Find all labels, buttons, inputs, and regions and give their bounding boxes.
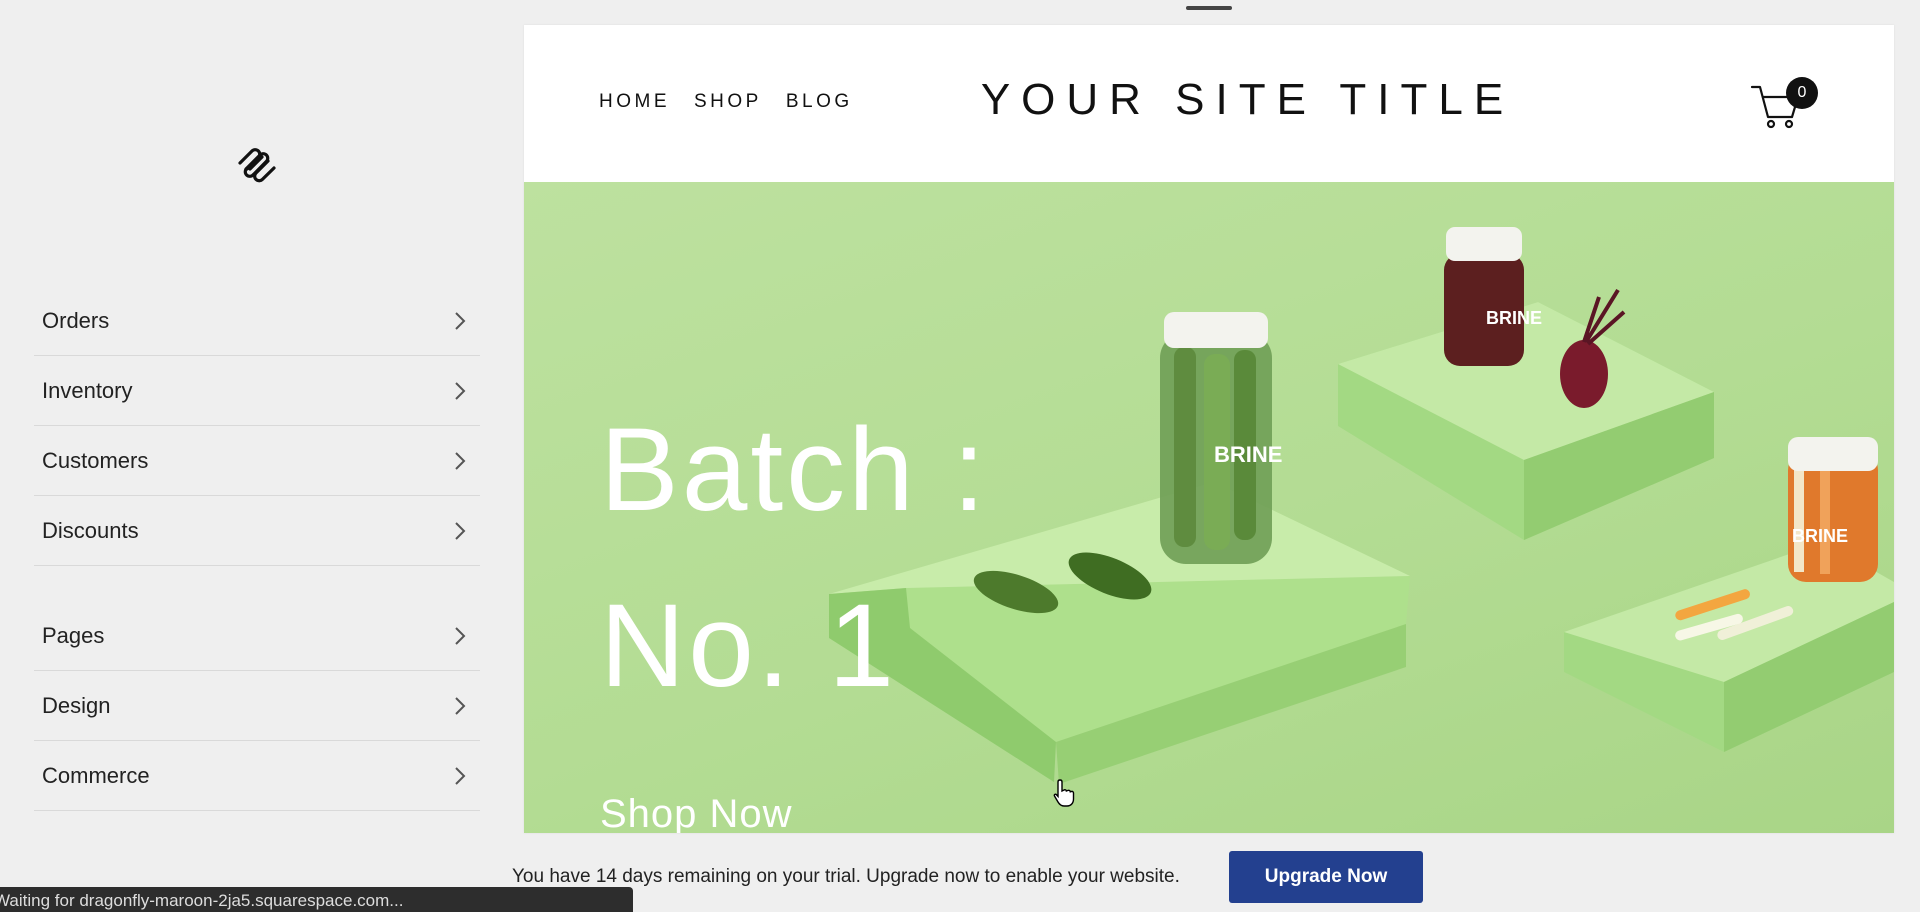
upgrade-now-button[interactable]: Upgrade Now <box>1229 851 1423 903</box>
chevron-right-icon <box>455 312 466 330</box>
sidebar-item-label: Commerce <box>42 762 150 788</box>
sidebar-group-commerce-tools: Orders Inventory Customers Discounts <box>34 286 480 566</box>
trial-message: You have 14 days remaining on your trial… <box>512 866 1180 887</box>
site-preview[interactable]: HOME SHOP BLOG YOUR SITE TITLE 0 BRINE B… <box>524 25 1894 833</box>
hero-heading-line2: No. 1 <box>600 580 898 712</box>
preview-drag-handle[interactable] <box>1186 6 1232 10</box>
sidebar-item-customers[interactable]: Customers <box>34 426 480 496</box>
sidebar-item-label: Orders <box>42 307 110 333</box>
chevron-right-icon <box>455 382 466 400</box>
chevron-right-icon <box>455 522 466 540</box>
sidebar-item-inventory[interactable]: Inventory <box>34 356 480 426</box>
hero-heading: Batch : No. 1 <box>600 382 988 734</box>
cart-count-badge: 0 <box>1786 77 1818 109</box>
hand-pointer-cursor-icon <box>1053 779 1075 807</box>
hero-banner: BRINE BRINE BRINE Batch : No. 1 Shop Now <box>524 182 1894 833</box>
chevron-right-icon <box>455 452 466 470</box>
sidebar-item-label: Design <box>42 692 111 718</box>
sidebar-item-label: Pages <box>42 622 105 648</box>
sidebar-item-label: Discounts <box>42 517 139 543</box>
jar-label-pickles: BRINE <box>1214 442 1282 467</box>
sidebar-group-site-tools: Pages Design Commerce <box>34 601 480 811</box>
chevron-right-icon <box>455 697 466 715</box>
sidebar-item-discounts[interactable]: Discounts <box>34 496 480 566</box>
sidebar-item-commerce[interactable]: Commerce <box>34 741 480 811</box>
chevron-right-icon <box>455 767 466 785</box>
shop-now-link[interactable]: Shop Now <box>600 792 793 833</box>
sidebar-item-label: Inventory <box>42 377 133 403</box>
jar-label-beets: BRINE <box>1486 308 1542 328</box>
hero-heading-line1: Batch : <box>600 404 989 536</box>
sidebar-item-design[interactable]: Design <box>34 671 480 741</box>
squarespace-logo-icon[interactable] <box>234 143 280 183</box>
chevron-right-icon <box>455 627 466 645</box>
jar-label-carrots: BRINE <box>1792 526 1848 546</box>
sidebar: Orders Inventory Customers Discounts Pag… <box>0 0 500 912</box>
sidebar-item-label: Customers <box>42 447 149 473</box>
sidebar-item-orders[interactable]: Orders <box>34 286 480 356</box>
sidebar-item-pages[interactable]: Pages <box>34 601 480 671</box>
site-header: HOME SHOP BLOG YOUR SITE TITLE 0 <box>524 25 1894 182</box>
site-title[interactable]: YOUR SITE TITLE <box>524 75 1894 125</box>
browser-status-bar: Waiting for dragonfly-maroon-2ja5.square… <box>0 887 633 912</box>
